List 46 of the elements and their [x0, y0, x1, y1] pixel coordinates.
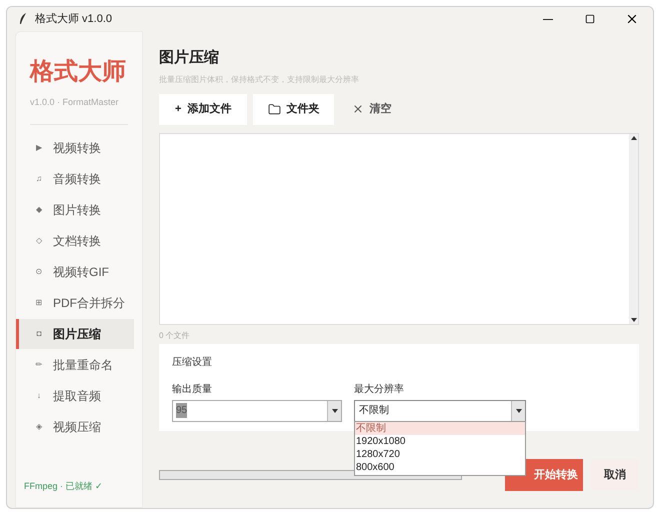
sidebar-item[interactable]: ♫ 音频转换	[16, 164, 134, 194]
dropdown-option[interactable]: 不限制	[355, 422, 525, 434]
close-icon	[352, 103, 364, 115]
nav-icon: ◈	[33, 421, 45, 433]
sidebar-item[interactable]: ✏ 批量重命名	[16, 350, 134, 380]
nav-icon: ⊙	[33, 266, 45, 278]
app-logo: 格式大师	[30, 57, 127, 87]
add-files-button[interactable]: + 添加文件	[159, 94, 248, 124]
ffmpeg-status: FFmpeg · 已就绪 ✓	[24, 480, 104, 493]
dropdown-option[interactable]: 1920x1080	[355, 434, 525, 448]
maximize-icon	[585, 14, 595, 24]
clear-button[interactable]: 清空	[340, 94, 404, 124]
folder-icon	[268, 102, 282, 116]
settings-title: 压缩设置	[172, 356, 213, 370]
caret-icon	[332, 408, 338, 412]
version-text: v1.0.0 · FormatMaster	[30, 96, 120, 109]
nav-icon: ◘	[33, 328, 45, 340]
nav-icon: ♫	[33, 173, 45, 185]
window-title: 格式大师 v1.0.0	[35, 12, 112, 27]
close-icon	[625, 12, 639, 26]
minimize-icon	[543, 18, 553, 20]
folder-button[interactable]: 文件夹	[253, 94, 334, 124]
page-title: 图片压缩	[159, 48, 220, 68]
dropdown-option[interactable]: 1280x720	[355, 448, 525, 460]
sidebar-item[interactable]: ◈ 视频压缩	[16, 412, 134, 442]
cancel-button[interactable]: 取消	[591, 459, 639, 491]
sidebar-item[interactable]: ◇ 文档转换	[16, 226, 134, 256]
sidebar-item[interactable]: ◘ 图片压缩	[16, 319, 134, 349]
nav-icon: ⊞	[33, 297, 45, 309]
sidebar-item[interactable]: ↓ 提取音频	[16, 381, 134, 411]
caret-icon	[516, 408, 522, 412]
resolution-label: 最大分辨率	[354, 382, 405, 396]
file-count: 0 个文件	[159, 330, 191, 342]
sidebar-item[interactable]: ▶ 视频转换	[16, 133, 134, 163]
sidebar-item[interactable]: ◆ 图片转换	[16, 195, 134, 225]
nav-icon: ◆	[33, 204, 45, 216]
sidebar-item[interactable]: ⊙ 视频转GIF	[16, 257, 134, 287]
nav-icon: ✏	[33, 359, 45, 371]
file-list[interactable]	[159, 132, 639, 324]
nav-icon: ▶	[33, 142, 45, 154]
quality-label: 输出质量	[172, 382, 213, 396]
scrollbar[interactable]	[629, 134, 638, 324]
nav-icon: ◇	[33, 235, 45, 247]
nav-icon: ↓	[33, 390, 45, 402]
feather-icon	[19, 13, 27, 25]
sidebar-item[interactable]: ⊞ PDF合并拆分	[16, 288, 134, 318]
